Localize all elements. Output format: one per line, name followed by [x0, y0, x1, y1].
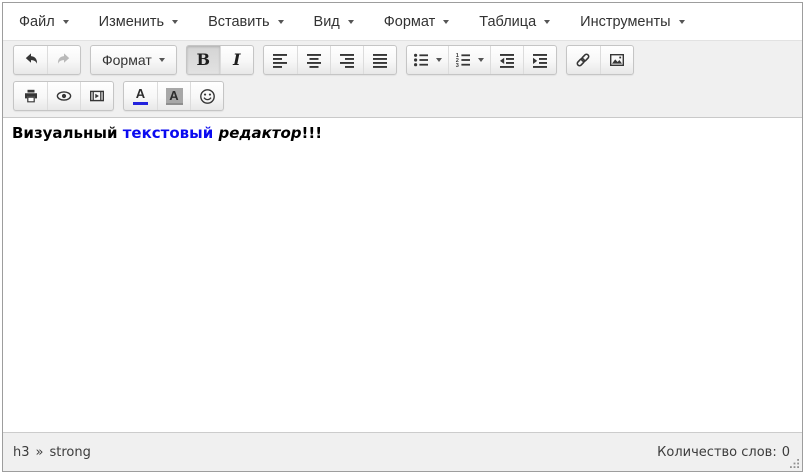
- chevron-down-icon: [477, 58, 484, 62]
- image-button[interactable]: [599, 46, 633, 74]
- chevron-down-icon: [435, 58, 442, 62]
- menu-file-label: Файл: [19, 13, 55, 30]
- italic-button[interactable]: I: [219, 46, 253, 74]
- word-count-label: Количество слов:: [657, 444, 777, 460]
- chevron-down-icon: [172, 19, 179, 24]
- chevron-down-icon: [678, 19, 685, 24]
- menu-tools-label: Инструменты: [580, 13, 671, 30]
- link-icon: [576, 53, 590, 67]
- color-emoticon-group: A A: [123, 81, 224, 111]
- path-separator: »: [35, 444, 44, 460]
- align-left-button[interactable]: [264, 46, 297, 74]
- outdent-icon: [499, 54, 514, 68]
- backcolor-icon: A: [165, 87, 183, 105]
- redo-button[interactable]: [47, 46, 80, 74]
- toolbar-row-1: Формат B I 1 2 3: [3, 42, 802, 78]
- menu-view[interactable]: Вид: [302, 6, 366, 38]
- path-item-strong[interactable]: strong: [49, 445, 90, 460]
- toolbar-group: Формат B I 1 2 3 A A: [3, 40, 802, 117]
- link-image-group: [565, 45, 634, 75]
- align-right-icon: [339, 54, 354, 68]
- chevron-down-icon: [443, 19, 450, 24]
- menu-format[interactable]: Формат: [372, 6, 462, 38]
- chevron-down-icon: [62, 19, 69, 24]
- statusbar: h3 » strong Количество слов: 0: [3, 432, 802, 471]
- undo-button[interactable]: [14, 46, 47, 74]
- menu-tools[interactable]: Инструменты: [568, 6, 696, 38]
- align-left-icon: [273, 54, 288, 68]
- italic-icon: I: [232, 50, 241, 69]
- editor-content-area[interactable]: Визуальный текстовый редактор!!!: [3, 117, 802, 432]
- resize-grip-icon: [790, 459, 799, 468]
- emoticons-button[interactable]: [190, 82, 223, 110]
- menu-insert-label: Вставить: [208, 13, 270, 30]
- outdent-button[interactable]: [489, 46, 523, 74]
- print-button[interactable]: [14, 82, 47, 110]
- bullet-list-button[interactable]: [407, 46, 448, 74]
- undo-redo-group: [13, 45, 81, 75]
- resize-handle[interactable]: [788, 457, 800, 469]
- link-button[interactable]: [567, 46, 600, 74]
- content-heading: Визуальный текстовый редактор!!!: [12, 124, 793, 142]
- toolbar-row-2: A A: [3, 78, 802, 114]
- print-preview-media-group: [13, 81, 114, 111]
- format-dropdown-label: Формат: [102, 52, 152, 68]
- content-segment-blue: текстовый: [122, 124, 214, 142]
- bold-italic-group: B I: [185, 45, 254, 75]
- image-icon: [609, 54, 624, 67]
- forecolor-icon: A: [133, 87, 148, 105]
- numbered-list-icon: 123: [456, 53, 470, 68]
- svg-text:3: 3: [456, 63, 459, 68]
- emoticons-icon: [199, 88, 215, 104]
- menu-file[interactable]: Файл: [7, 6, 81, 38]
- element-path: h3 » strong: [13, 445, 91, 460]
- redo-icon: [57, 53, 70, 64]
- forecolor-button[interactable]: A: [124, 82, 157, 110]
- menu-table-label: Таблица: [479, 13, 537, 30]
- chevron-down-icon: [277, 19, 284, 24]
- word-count: Количество слов: 0: [657, 445, 790, 460]
- print-icon: [24, 89, 37, 103]
- menu-table[interactable]: Таблица: [467, 6, 562, 38]
- menu-view-label: Вид: [313, 13, 340, 30]
- undo-icon: [25, 53, 37, 64]
- preview-icon: [56, 91, 72, 101]
- content-segment: !!!: [301, 124, 323, 142]
- format-dropdown[interactable]: Формат: [91, 46, 176, 74]
- path-item-h3[interactable]: h3: [13, 445, 30, 460]
- list-indent-group: 123: [405, 45, 557, 75]
- content-segment: Визуальный: [12, 124, 123, 142]
- menu-insert[interactable]: Вставить: [196, 6, 295, 38]
- align-group: [262, 45, 397, 75]
- align-right-button[interactable]: [329, 46, 363, 74]
- media-button[interactable]: [80, 82, 113, 110]
- numbered-list-button[interactable]: 123: [447, 46, 490, 74]
- align-justify-icon: [372, 54, 387, 68]
- content-segment-italic: редактор: [218, 124, 302, 142]
- align-justify-button[interactable]: [362, 46, 396, 74]
- indent-button[interactable]: [522, 46, 556, 74]
- chevron-down-icon: [544, 19, 551, 24]
- media-icon: [90, 90, 105, 102]
- bold-icon: B: [196, 50, 210, 69]
- bullet-list-icon: [413, 53, 428, 67]
- backcolor-button[interactable]: A: [157, 82, 190, 110]
- chevron-down-icon: [347, 19, 354, 24]
- bold-button[interactable]: B: [186, 46, 220, 74]
- menu-edit[interactable]: Изменить: [87, 6, 190, 38]
- format-select-group: Формат: [90, 45, 177, 75]
- preview-button[interactable]: [47, 82, 80, 110]
- align-center-button[interactable]: [296, 46, 330, 74]
- indent-icon: [532, 54, 547, 68]
- menubar: Файл Изменить Вставить Вид Формат Таблиц…: [3, 3, 802, 40]
- menu-format-label: Формат: [383, 13, 436, 30]
- rich-text-editor: Файл Изменить Вставить Вид Формат Таблиц…: [2, 2, 803, 472]
- menu-edit-label: Изменить: [98, 13, 165, 30]
- chevron-down-icon: [158, 58, 165, 62]
- align-center-icon: [306, 54, 321, 68]
